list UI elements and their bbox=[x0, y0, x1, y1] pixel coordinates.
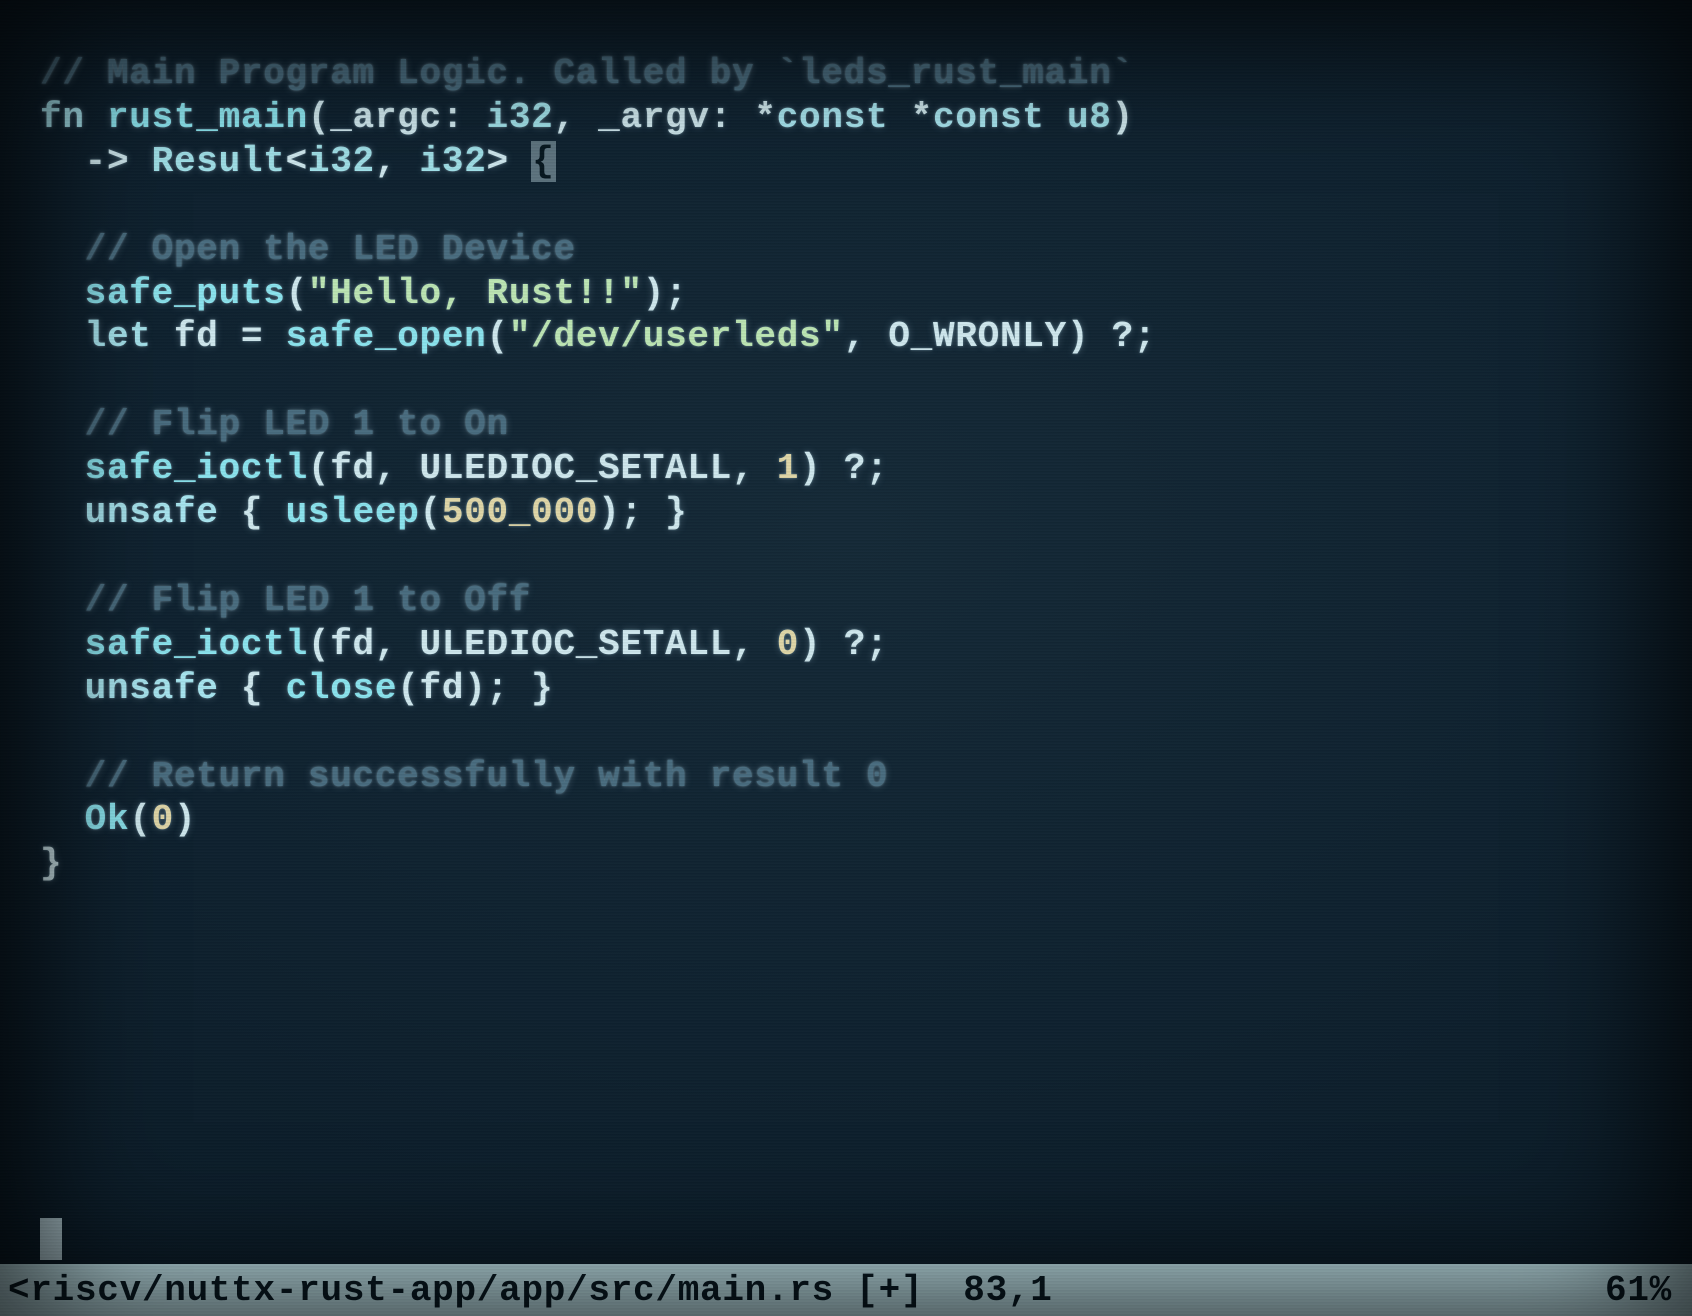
number: 500_000 bbox=[442, 492, 598, 533]
function-call: safe_ioctl bbox=[85, 624, 308, 665]
function-name: rust_main bbox=[85, 97, 308, 138]
indent bbox=[40, 668, 85, 709]
string-literal: "/dev/userleds" bbox=[509, 316, 844, 357]
constant: O_WRONLY bbox=[888, 316, 1067, 357]
punct: , bbox=[732, 448, 777, 489]
punct: (fd); } bbox=[397, 668, 553, 709]
type: Result bbox=[152, 141, 286, 182]
punct: ) ?; bbox=[799, 624, 888, 665]
punct: ( bbox=[487, 316, 509, 357]
punct: , bbox=[375, 141, 420, 182]
punct: -> bbox=[40, 141, 152, 182]
indent bbox=[40, 273, 85, 314]
comment-line: // Open the LED Device bbox=[40, 229, 576, 270]
punct: ) bbox=[1112, 97, 1134, 138]
punct: < bbox=[286, 141, 308, 182]
number: 0 bbox=[777, 624, 799, 665]
keyword: const bbox=[933, 97, 1045, 138]
code-text: (fd, bbox=[308, 448, 420, 489]
punct: ( bbox=[286, 273, 308, 314]
punct: ) ?; bbox=[1067, 316, 1156, 357]
function-call: safe_ioctl bbox=[85, 448, 308, 489]
status-bar: <riscv/nuttx-rust-app/app/src/main.rs [+… bbox=[0, 1264, 1692, 1316]
punct: { bbox=[219, 668, 286, 709]
line-cursor bbox=[40, 1218, 62, 1260]
constant: ULEDIOC_SETALL bbox=[420, 448, 733, 489]
indent bbox=[40, 448, 85, 489]
punct: ( bbox=[129, 799, 151, 840]
punct: , bbox=[732, 624, 777, 665]
function-call: safe_puts bbox=[85, 273, 286, 314]
constant: ULEDIOC_SETALL bbox=[420, 624, 733, 665]
number: 0 bbox=[152, 799, 174, 840]
type: i32 bbox=[308, 141, 375, 182]
indent bbox=[40, 799, 85, 840]
punct: { bbox=[219, 492, 286, 533]
code-text: fd = bbox=[152, 316, 286, 357]
number: 1 bbox=[777, 448, 799, 489]
code-text: , _argv: * bbox=[553, 97, 776, 138]
indent bbox=[40, 316, 85, 357]
keyword: unsafe bbox=[85, 668, 219, 709]
cursor: { bbox=[531, 141, 555, 182]
code-editor[interactable]: // Main Program Logic. Called by `leds_r… bbox=[40, 52, 1652, 1252]
code-text: * bbox=[888, 97, 933, 138]
punct: ) ?; bbox=[799, 448, 888, 489]
function-call: close bbox=[286, 668, 398, 709]
punct: > bbox=[487, 141, 532, 182]
status-scroll-percent: 61% bbox=[1605, 1270, 1672, 1311]
indent bbox=[40, 624, 85, 665]
code-text: (_argc: bbox=[308, 97, 487, 138]
type: i32 bbox=[420, 141, 487, 182]
comment-line: // Flip LED 1 to Off bbox=[40, 580, 531, 621]
code-text: (fd, bbox=[308, 624, 420, 665]
keyword: let bbox=[85, 316, 152, 357]
string-literal: "Hello, Rust!!" bbox=[308, 273, 643, 314]
indent bbox=[40, 492, 85, 533]
type: u8 bbox=[1045, 97, 1112, 138]
type: i32 bbox=[487, 97, 554, 138]
comment-line: // Flip LED 1 to On bbox=[40, 404, 509, 445]
punct: , bbox=[844, 316, 889, 357]
ok-variant: Ok bbox=[85, 799, 130, 840]
punct: } bbox=[40, 843, 62, 884]
punct: ) bbox=[174, 799, 196, 840]
function-call: usleep bbox=[286, 492, 420, 533]
keyword: const bbox=[777, 97, 889, 138]
punct: ); bbox=[643, 273, 688, 314]
punct: ( bbox=[420, 492, 442, 533]
punct: ); } bbox=[598, 492, 687, 533]
comment-line: // Return successfully with result 0 bbox=[40, 756, 888, 797]
function-call: safe_open bbox=[286, 316, 487, 357]
keyword: unsafe bbox=[85, 492, 219, 533]
comment-line: // Main Program Logic. Called by `leds_r… bbox=[40, 53, 1134, 94]
keyword: fn bbox=[40, 97, 85, 138]
status-file-path: <riscv/nuttx-rust-app/app/src/main.rs [+… bbox=[8, 1270, 923, 1311]
status-cursor-position: 83,1 bbox=[963, 1270, 1052, 1311]
